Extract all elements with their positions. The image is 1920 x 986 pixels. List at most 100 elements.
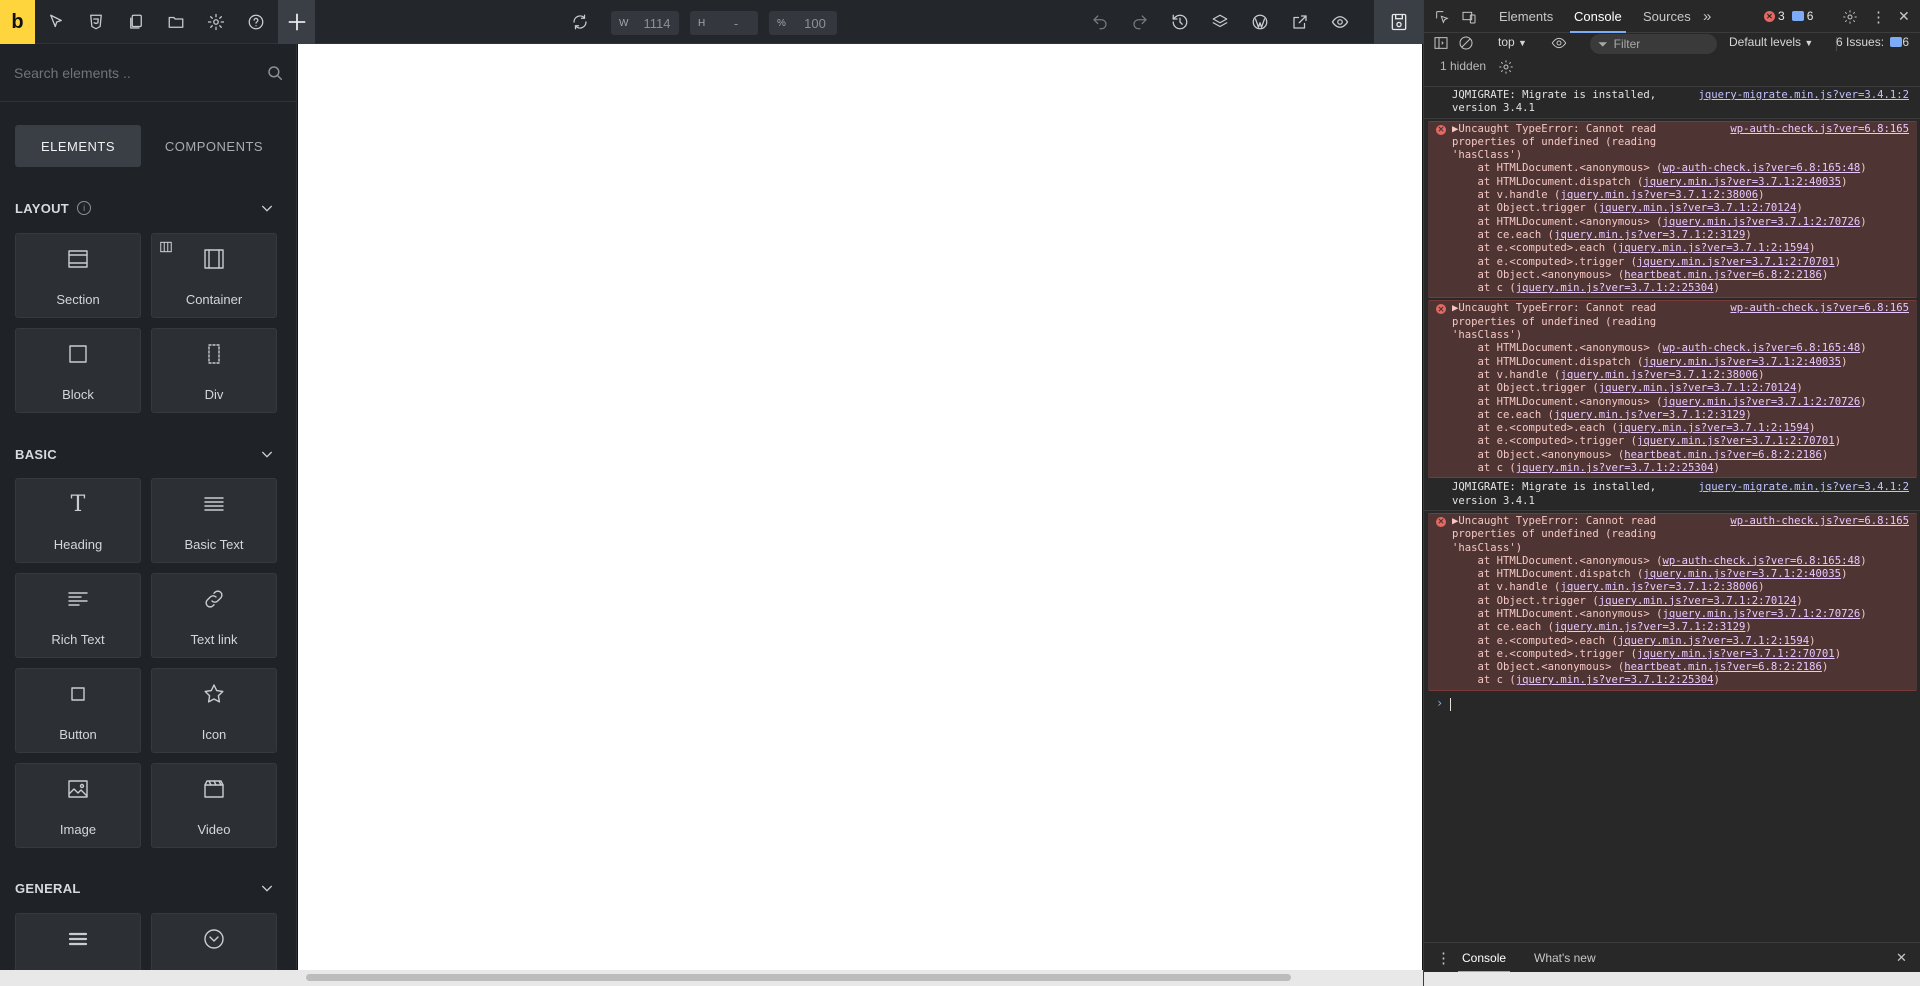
external-link-icon[interactable] <box>1288 10 1312 34</box>
element-container[interactable]: Container <box>151 233 277 318</box>
layers-stack-icon[interactable] <box>1208 10 1232 34</box>
css-shield-icon[interactable] <box>84 10 108 34</box>
log-levels-dropdown[interactable]: Default levels ▼ <box>1729 35 1813 49</box>
canvas-zoom-field[interactable]: % 100 <box>769 11 837 35</box>
stack-link[interactable]: jquery.min.js?ver=3.7.1:2:70726 <box>1662 608 1860 620</box>
message-text[interactable]: ▶Uncaught TypeError: Cannot read propert… <box>1452 123 1692 163</box>
message-source-link[interactable]: jquery-migrate.min.js?ver=3.4.1:2 <box>1699 481 1909 494</box>
preview-eye-icon[interactable] <box>1328 10 1352 34</box>
stack-link[interactable]: jquery.min.js?ver=3.7.1:2:40035 <box>1643 356 1841 368</box>
scrollbar-thumb[interactable] <box>306 974 1291 981</box>
stack-link[interactable]: jquery.min.js?ver=3.7.1:2:38006 <box>1560 581 1758 593</box>
add-elements-button[interactable] <box>278 0 315 44</box>
devtools-tab-sources[interactable]: Sources <box>1643 0 1691 33</box>
element-div[interactable]: Div <box>151 328 277 413</box>
context-selector[interactable]: top ▼ <box>1498 35 1527 49</box>
element-icon[interactable]: Icon <box>151 668 277 753</box>
settings-gear-icon[interactable] <box>204 10 228 34</box>
canvas-height-field[interactable]: H - <box>690 11 758 35</box>
canvas-width-field[interactable]: W 1114 <box>611 11 679 35</box>
info-icon[interactable]: i <box>77 201 92 215</box>
tab-components[interactable]: COMPONENTS <box>151 125 277 167</box>
help-icon[interactable] <box>244 10 268 34</box>
tab-elements[interactable]: ELEMENTS <box>15 125 141 167</box>
stack-link[interactable]: heartbeat.min.js?ver=6.8:2:2186 <box>1624 449 1822 461</box>
drawer-menu-icon[interactable]: ⋮ <box>1436 943 1451 973</box>
category-layout-header[interactable]: LAYOUT i <box>15 198 277 218</box>
close-drawer-icon[interactable]: ✕ <box>1896 943 1907 973</box>
category-basic-header[interactable]: BASIC <box>15 444 277 464</box>
save-button[interactable] <box>1374 0 1423 44</box>
message-source-link[interactable]: wp-auth-check.js?ver=6.8:165 <box>1730 302 1909 315</box>
stack-link[interactable]: jquery.min.js?ver=3.7.1:2:70124 <box>1599 202 1797 214</box>
console-prompt-row[interactable]: › <box>1424 695 1920 715</box>
device-toolbar-icon[interactable] <box>1461 0 1477 33</box>
element-accordion[interactable] <box>151 913 277 972</box>
history-icon[interactable] <box>1168 10 1192 34</box>
stack-link[interactable]: heartbeat.min.js?ver=6.8:2:2186 <box>1624 269 1822 281</box>
stack-link[interactable]: jquery.min.js?ver=3.7.1:2:70701 <box>1637 256 1835 268</box>
live-expression-eye-icon[interactable] <box>1551 33 1567 53</box>
element-rich-text[interactable]: Rich Text <box>15 573 141 658</box>
stack-link[interactable]: jquery.min.js?ver=3.7.1:2:70124 <box>1599 595 1797 607</box>
search-elements-input[interactable] <box>14 62 254 84</box>
message-source-link[interactable]: wp-auth-check.js?ver=6.8:165 <box>1730 515 1909 528</box>
message-source-link[interactable]: jquery-migrate.min.js?ver=3.4.1:2 <box>1699 89 1909 102</box>
stack-link[interactable]: jquery.min.js?ver=3.7.1:2:1594 <box>1618 635 1809 647</box>
stack-link[interactable]: jquery.min.js?ver=3.7.1:2:70124 <box>1599 382 1797 394</box>
builder-logo[interactable]: b <box>0 0 35 44</box>
message-source-link[interactable]: wp-auth-check.js?ver=6.8:165 <box>1730 123 1909 136</box>
stack-link[interactable]: jquery.min.js?ver=3.7.1:2:38006 <box>1560 369 1758 381</box>
kebab-menu-icon[interactable]: ⋮ <box>1871 0 1886 33</box>
category-general-header[interactable]: GENERAL <box>15 878 277 898</box>
element-image[interactable]: Image <box>15 763 141 848</box>
devtools-tab-elements[interactable]: Elements <box>1499 0 1553 33</box>
drawer-tab-console[interactable]: Console <box>1457 943 1511 973</box>
more-tabs-button[interactable]: » <box>1703 0 1711 33</box>
stack-link[interactable]: jquery.min.js?ver=3.7.1:2:3129 <box>1554 409 1745 421</box>
stack-link[interactable]: jquery.min.js?ver=3.7.1:2:25304 <box>1516 282 1714 294</box>
stack-link[interactable]: jquery.min.js?ver=3.7.1:2:25304 <box>1516 462 1714 474</box>
element-video[interactable]: Video <box>151 763 277 848</box>
builder-canvas[interactable] <box>298 44 1422 970</box>
element-text-link[interactable]: Text link <box>151 573 277 658</box>
stack-link[interactable]: jquery.min.js?ver=3.7.1:2:40035 <box>1643 568 1841 580</box>
stack-link[interactable]: jquery.min.js?ver=3.7.1:2:1594 <box>1618 242 1809 254</box>
issues-button[interactable]: 6 Issues: 6 <box>1836 35 1909 49</box>
message-text[interactable]: ▶Uncaught TypeError: Cannot read propert… <box>1452 302 1692 342</box>
sidebar-toggle-icon[interactable] <box>1433 33 1449 53</box>
stack-link[interactable]: jquery.min.js?ver=3.7.1:2:3129 <box>1554 621 1745 633</box>
stack-link[interactable]: jquery.min.js?ver=3.7.1:2:38006 <box>1560 189 1758 201</box>
inspect-element-icon[interactable] <box>1434 0 1450 33</box>
stack-link[interactable]: jquery.min.js?ver=3.7.1:2:70701 <box>1637 648 1835 660</box>
element-nav-menu[interactable] <box>15 913 141 972</box>
canvas-horizontal-scrollbar[interactable] <box>0 970 1423 986</box>
redo-icon[interactable] <box>1128 10 1152 34</box>
stack-link[interactable]: jquery.min.js?ver=3.7.1:2:70726 <box>1662 396 1860 408</box>
close-devtools-icon[interactable]: ✕ <box>1898 0 1910 33</box>
clear-console-icon[interactable] <box>1458 33 1474 53</box>
refresh-icon[interactable] <box>568 10 592 34</box>
stack-link[interactable]: jquery.min.js?ver=3.7.1:2:70726 <box>1662 216 1860 228</box>
cursor-icon[interactable] <box>44 10 68 34</box>
stack-link[interactable]: jquery.min.js?ver=3.7.1:2:25304 <box>1516 674 1714 686</box>
wordpress-icon[interactable] <box>1248 10 1272 34</box>
folder-icon[interactable] <box>164 10 188 34</box>
drawer-tab-whats-new[interactable]: What's new <box>1534 943 1596 973</box>
stack-link[interactable]: jquery.min.js?ver=3.7.1:2:3129 <box>1554 229 1745 241</box>
error-warning-badges[interactable]: ✕ 3 6 <box>1764 9 1813 23</box>
devtools-tab-console[interactable]: Console <box>1570 0 1626 33</box>
undo-icon[interactable] <box>1088 10 1112 34</box>
pages-icon[interactable] <box>124 10 148 34</box>
stack-link[interactable]: jquery.min.js?ver=3.7.1:2:40035 <box>1643 176 1841 188</box>
stack-link[interactable]: jquery.min.js?ver=3.7.1:2:1594 <box>1618 422 1809 434</box>
stack-link[interactable]: wp-auth-check.js?ver=6.8:165:48 <box>1662 162 1860 174</box>
console-settings-gear-icon[interactable] <box>1498 57 1514 77</box>
message-text[interactable]: ▶Uncaught TypeError: Cannot read propert… <box>1452 515 1692 555</box>
stack-link[interactable]: wp-auth-check.js?ver=6.8:165:48 <box>1662 342 1860 354</box>
element-section[interactable]: Section <box>15 233 141 318</box>
console-filter-input[interactable]: ⏷ Filter <box>1590 34 1717 54</box>
stack-link[interactable]: jquery.min.js?ver=3.7.1:2:70701 <box>1637 435 1835 447</box>
element-block[interactable]: Block <box>15 328 141 413</box>
devtools-settings-gear-icon[interactable] <box>1842 0 1858 33</box>
